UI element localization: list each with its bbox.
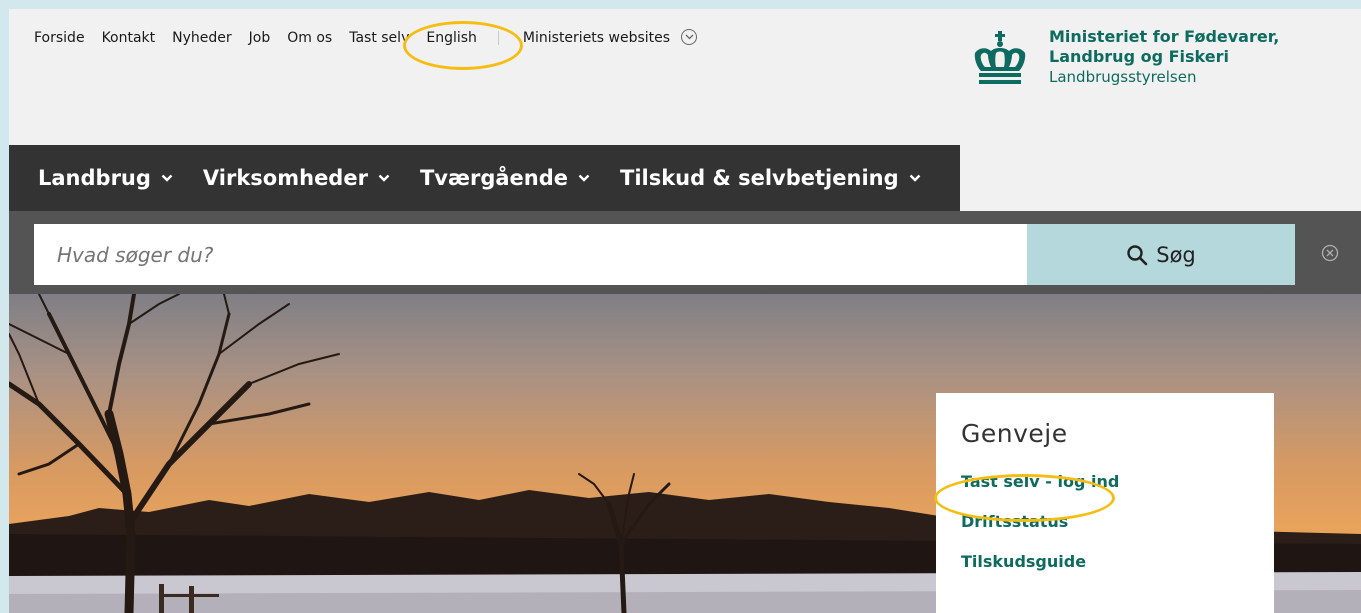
close-circle-icon[interactable] xyxy=(1321,244,1339,262)
main-nav-label: Virksomheder xyxy=(202,166,368,190)
chevron-down-icon xyxy=(378,174,390,182)
ministry-logo[interactable]: Ministeriet for Fødevarer, Landbrug og F… xyxy=(969,27,1279,95)
logo-text: Ministeriet for Fødevarer, Landbrug og F… xyxy=(1049,27,1279,95)
nav-divider xyxy=(497,31,499,45)
shortcut-link-tilskudsguide[interactable]: Tilskudsguide xyxy=(961,552,1274,571)
chevron-down-icon xyxy=(578,174,590,182)
shortcut-link-driftsstatus[interactable]: Driftsstatus xyxy=(961,512,1274,531)
search-bar: Søg xyxy=(9,211,1361,294)
utility-nav: Forside Kontakt Nyheder Job Om os Tast s… xyxy=(34,28,697,48)
agency-name: Landbrugsstyrelsen xyxy=(1049,68,1197,86)
search-icon xyxy=(1127,244,1148,265)
ministries-websites-toggle[interactable]: Ministeriets websites xyxy=(522,29,697,46)
nav-link-tast-selv[interactable]: Tast selv xyxy=(349,30,409,46)
main-nav-label: Tilskud & selvbetjening xyxy=(620,166,899,190)
chevron-down-icon xyxy=(161,174,173,182)
ministry-name-line1: Ministeriet for Fødevarer, xyxy=(1049,27,1280,46)
main-nav-label: Tværgående xyxy=(419,166,568,190)
nav-link-kontakt[interactable]: Kontakt xyxy=(102,30,156,46)
shortcut-link-tast-selv-log-ind[interactable]: Tast selv - log ind xyxy=(961,472,1274,491)
main-nav-item-virksomheder[interactable]: Virksomheder xyxy=(203,166,390,190)
main-nav-item-tvaergaaende[interactable]: Tværgående xyxy=(420,166,590,190)
shortcuts-panel: Genveje Tast selv - log ind Driftsstatus… xyxy=(936,393,1274,613)
search-button-label: Søg xyxy=(1156,242,1196,267)
royal-crown-icon xyxy=(974,31,1026,84)
page: Forside Kontakt Nyheder Job Om os Tast s… xyxy=(9,9,1361,613)
nav-link-forside[interactable]: Forside xyxy=(34,30,85,46)
shortcuts-title: Genveje xyxy=(961,419,1068,448)
main-nav-item-tilskud[interactable]: Tilskud & selvbetjening xyxy=(620,166,921,190)
main-nav-label: Landbrug xyxy=(38,166,151,190)
ministries-websites-label: Ministeriets websites xyxy=(522,30,671,46)
chevron-down-circle-icon xyxy=(680,29,697,45)
nav-link-nyheder[interactable]: Nyheder xyxy=(172,30,232,46)
search-input[interactable] xyxy=(34,224,1027,285)
search-button[interactable]: Søg xyxy=(1027,224,1295,285)
chevron-down-icon xyxy=(909,174,920,182)
main-nav: Landbrug Virksomheder Tværgående Tilskud… xyxy=(9,145,960,211)
nav-link-job[interactable]: Job xyxy=(249,30,271,46)
main-nav-item-landbrug[interactable]: Landbrug xyxy=(38,166,173,190)
nav-link-om-os[interactable]: Om os xyxy=(287,30,332,46)
nav-link-english[interactable]: English xyxy=(426,30,477,46)
ministry-name-line2: Landbrug og Fiskeri xyxy=(1049,47,1229,66)
